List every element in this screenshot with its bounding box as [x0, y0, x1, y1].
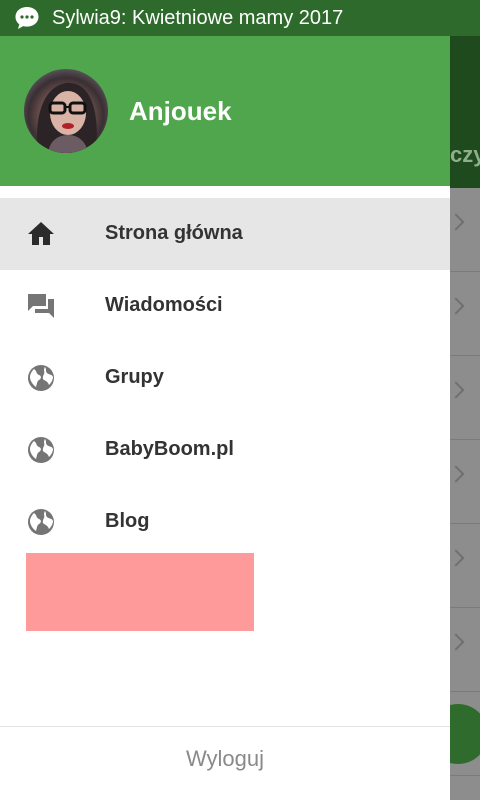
menu-item-label: Blog	[105, 510, 150, 532]
chevron-right-icon	[447, 297, 465, 315]
menu-item-home[interactable]: Strona główna	[0, 198, 450, 270]
menu-item-babyboom[interactable]: BabyBoom.pl	[0, 414, 450, 486]
menu-item-label: Ustawienia	[105, 582, 210, 604]
avatar[interactable]	[24, 69, 108, 153]
chevron-right-icon	[447, 633, 465, 651]
menu-item-groups[interactable]: Grupy	[0, 342, 450, 414]
menu-item-label: Strona główna	[105, 222, 243, 244]
menu-item-label: Wiadomości	[105, 294, 223, 316]
user-avatar-icon	[37, 82, 97, 153]
gear-icon	[27, 580, 55, 608]
chevron-right-icon	[447, 465, 465, 483]
notification-text: Sylwia9: Kwietniowe mamy 2017	[52, 6, 344, 29]
footer-divider	[0, 726, 450, 727]
chevron-right-icon	[447, 213, 465, 231]
messages-icon	[28, 294, 54, 318]
menu-item-messages[interactable]: Wiadomości	[0, 270, 450, 342]
logout-button[interactable]: Wyloguj	[0, 746, 450, 772]
chevron-right-icon	[447, 381, 465, 399]
globe-icon	[28, 509, 54, 535]
drawer-menu: Strona główna Wiadomości Grupy BabyBoom.…	[0, 198, 450, 630]
drawer-header: Anjouek	[0, 36, 450, 186]
home-icon	[28, 222, 54, 245]
menu-item-label: Grupy	[105, 366, 164, 388]
menu-item-blog[interactable]: Blog	[0, 486, 450, 558]
username[interactable]: Anjouek	[129, 96, 232, 127]
menu-item-settings[interactable]: Ustawienia	[0, 558, 450, 630]
chevron-right-icon	[447, 549, 465, 567]
globe-icon	[28, 437, 54, 463]
background-header-text: czy	[450, 142, 480, 167]
globe-icon	[28, 365, 54, 391]
status-bar: Sylwia9: Kwietniowe mamy 2017	[0, 0, 480, 36]
navigation-drawer: Anjouek Strona główna Wiadomości Grupy B…	[0, 36, 450, 800]
menu-item-label: BabyBoom.pl	[105, 438, 234, 460]
chat-bubble-icon	[15, 7, 39, 29]
